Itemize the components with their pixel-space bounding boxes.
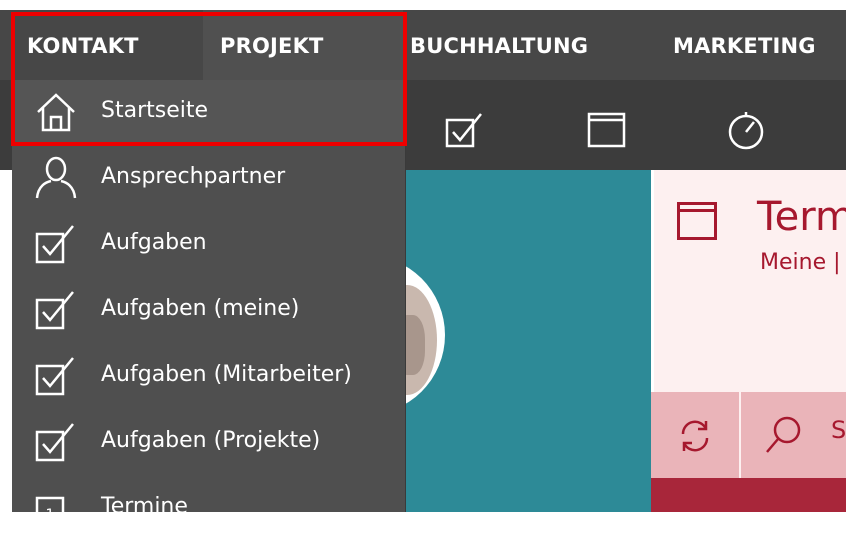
- menu-item-label: Aufgaben (meine): [101, 296, 300, 321]
- search-icon[interactable]: [763, 414, 805, 456]
- card-actions: S: [651, 392, 846, 478]
- menu-item-label: Aufgaben (Projekte): [101, 428, 321, 453]
- refresh-icon[interactable]: [675, 416, 715, 456]
- menu-item-aufgaben-mitarbeiter[interactable]: Aufgaben (Mitarbeiter): [12, 344, 405, 410]
- tab-marketing[interactable]: MARKETING: [673, 10, 816, 80]
- calendar-icon[interactable]: [587, 110, 627, 150]
- appointments-card[interactable]: Term Meine | S: [651, 170, 846, 512]
- checkbox-icon: [35, 291, 74, 330]
- search-label[interactable]: S: [831, 416, 846, 444]
- svg-text:1: 1: [46, 507, 55, 523]
- content-panel-teal: [285, 170, 651, 512]
- menu-item-aufgaben-meine[interactable]: Aufgaben (meine): [12, 278, 405, 344]
- checkbox-icon: [35, 423, 74, 462]
- card-footer: [651, 478, 846, 512]
- kontakt-dropdown-menu: Startseite Ansprechpartner Aufgaben Aufg…: [12, 80, 406, 528]
- tab-kontakt[interactable]: KONTAKT: [27, 10, 139, 80]
- person-icon: [35, 156, 77, 199]
- menu-item-termine[interactable]: 1 Termine: [12, 476, 405, 542]
- menu-item-label: Startseite: [101, 98, 209, 123]
- tab-buchhaltung[interactable]: BUCHHALTUNG: [410, 10, 588, 80]
- menu-item-label: Aufgaben: [101, 230, 207, 255]
- tab-projekt[interactable]: PROJEKT: [203, 10, 403, 80]
- checkbox-icon[interactable]: [445, 110, 485, 150]
- card-subtitle: Meine |: [760, 250, 841, 275]
- menu-item-startseite[interactable]: Startseite: [12, 80, 405, 146]
- calendar-icon: [677, 202, 717, 240]
- card-title: Term: [757, 194, 846, 240]
- checkbox-icon: [35, 357, 74, 396]
- top-nav-bar: KONTAKT PROJEKT BUCHHALTUNG MARKETING: [0, 10, 846, 80]
- checkbox-icon: [35, 225, 74, 264]
- calendar-day-icon: 1: [35, 496, 65, 528]
- menu-item-label: Aufgaben (Mitarbeiter): [101, 362, 352, 387]
- action-separator: [739, 392, 741, 478]
- menu-item-label: Termine: [101, 494, 188, 519]
- menu-item-label: Ansprechpartner: [101, 164, 286, 189]
- menu-item-ansprechpartner[interactable]: Ansprechpartner: [12, 146, 405, 212]
- menu-item-aufgaben[interactable]: Aufgaben: [12, 212, 405, 278]
- home-icon: [37, 93, 75, 132]
- menu-item-aufgaben-projekte[interactable]: Aufgaben (Projekte): [12, 410, 405, 476]
- stopwatch-icon[interactable]: [726, 110, 766, 150]
